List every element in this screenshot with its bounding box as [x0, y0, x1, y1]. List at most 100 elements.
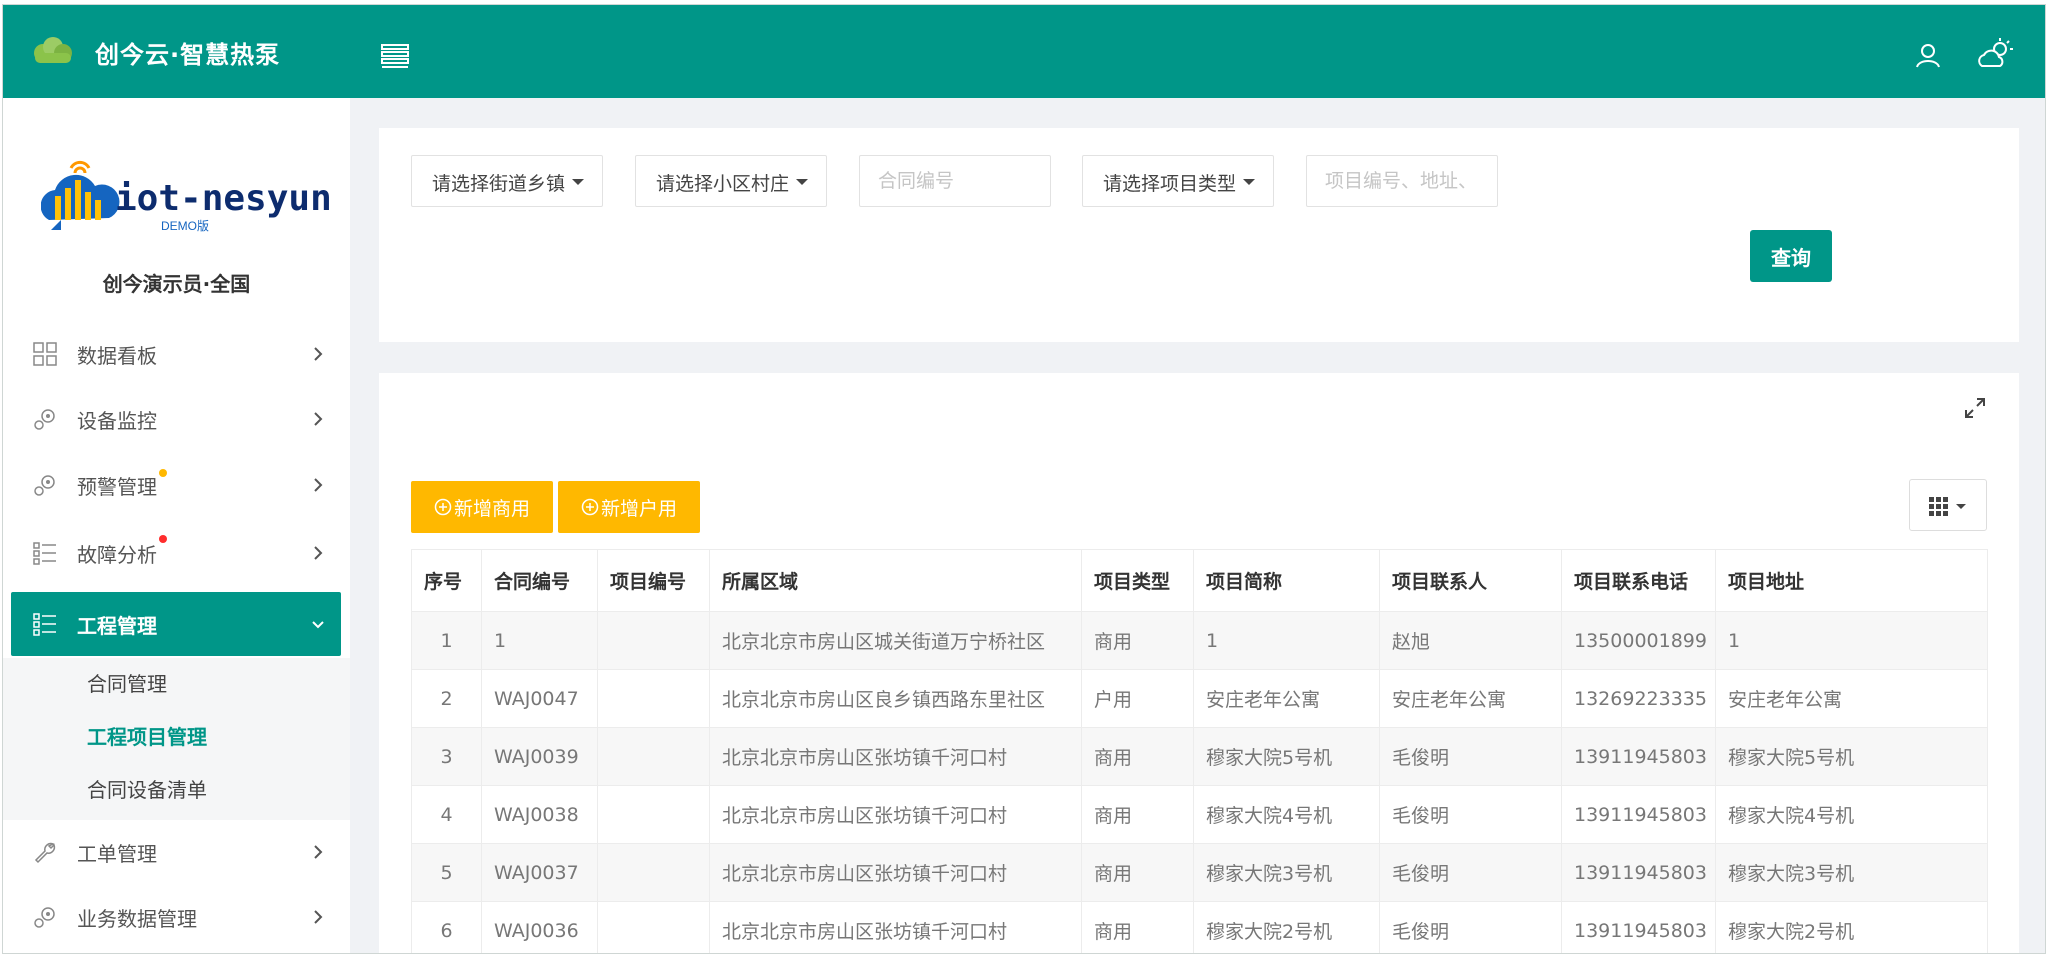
street-select[interactable]: 请选择街道乡镇 — [411, 155, 603, 207]
keyword-input[interactable] — [1307, 156, 1497, 206]
table-cell: 13911945803 — [1561, 727, 1716, 786]
menu-toggle-icon[interactable] — [381, 43, 409, 69]
chevron-right-icon — [314, 910, 323, 924]
table-cell: 安庄老年公寓 — [1715, 669, 1988, 728]
contract-number-input[interactable] — [860, 156, 1050, 206]
table-cell: 5 — [411, 843, 482, 902]
brand-box: iot-nesyun DEMO版 创今演示员·全国 — [3, 98, 350, 323]
caret-down-icon — [796, 179, 808, 185]
table-cell: 1 — [1715, 611, 1988, 670]
sidebar-item-label: 业务数据管理 — [77, 907, 197, 931]
column-header[interactable]: 项目简称 — [1193, 549, 1380, 612]
checklist-icon — [33, 613, 56, 636]
table-cell: 穆家大院3号机 — [1193, 843, 1380, 902]
table-cell: 商用 — [1081, 785, 1194, 844]
table-cell: 北京北京市房山区张坊镇千河口村 — [709, 901, 1082, 953]
plus-circle-icon — [434, 498, 452, 516]
column-toggle-button[interactable] — [1909, 479, 1987, 531]
table-row[interactable]: 5 WAJ0037 北京北京市房山区张坊镇千河口村 商用 穆家大院3号机 毛俊明… — [411, 843, 1988, 902]
project-type-select[interactable]: 请选择项目类型 — [1082, 155, 1274, 207]
table-cell: 1 — [1193, 611, 1380, 670]
project-table-panel: 新增商用 新增户用 序号 合同编号 项目编号 所属区域 项目类型 项目简称 项目… — [379, 373, 2019, 953]
table-cell: 安庄老年公寓 — [1193, 669, 1380, 728]
sidebar-item-business-data[interactable]: 业务数据管理 — [11, 885, 341, 949]
table-row[interactable]: 4 WAJ0038 北京北京市房山区张坊镇千河口村 商用 穆家大院4号机 毛俊明… — [411, 785, 1988, 844]
gears-icon — [34, 907, 55, 928]
community-select[interactable]: 请选择小区村庄 — [635, 155, 827, 207]
gears-icon — [34, 409, 55, 430]
table-cell: 北京北京市房山区良乡镇西路东里社区 — [709, 669, 1082, 728]
chevron-right-icon — [314, 478, 323, 492]
column-header[interactable]: 序号 — [411, 549, 482, 612]
sidebar-item-label: 数据看板 — [77, 344, 157, 368]
column-header[interactable]: 项目编号 — [597, 549, 710, 612]
cloud-logo-icon — [34, 37, 72, 63]
table-cell: 穆家大院4号机 — [1193, 785, 1380, 844]
column-header[interactable]: 所属区域 — [709, 549, 1082, 612]
column-header[interactable]: 项目联系人 — [1379, 549, 1562, 612]
table-cell: 1 — [481, 611, 598, 670]
chevron-right-icon — [314, 347, 323, 361]
caret-down-icon — [1956, 504, 1966, 509]
sidebar-item-label: 工单管理 — [77, 842, 157, 866]
submenu-item-contracts[interactable]: 合同管理 — [87, 668, 167, 697]
sidebar-item-label: 设备监控 — [77, 409, 157, 433]
table-cell: 户用 — [1081, 669, 1194, 728]
table-cell: WAJ0037 — [481, 843, 598, 902]
column-header[interactable]: 项目地址 — [1715, 549, 1988, 612]
caret-down-icon — [572, 179, 584, 185]
user-icon[interactable] — [1914, 41, 1942, 69]
table-row[interactable]: 3 WAJ0039 北京北京市房山区张坊镇千河口村 商用 穆家大院5号机 毛俊明… — [411, 727, 1988, 786]
table-cell: 北京北京市房山区城关街道万宁桥社区 — [709, 611, 1082, 670]
weather-icon[interactable] — [1976, 38, 2014, 70]
plus-circle-icon — [581, 498, 599, 516]
sidebar-item-work-orders[interactable]: 工单管理 — [11, 820, 341, 884]
expand-icon[interactable] — [1963, 396, 1987, 420]
column-header[interactable]: 合同编号 — [481, 549, 598, 612]
brand-text: iot-nesyun — [115, 178, 332, 219]
submenu-item-contract-device-list[interactable]: 合同设备清单 — [87, 774, 207, 803]
table-row[interactable]: 2 WAJ0047 北京北京市房山区良乡镇西路东里社区 户用 安庄老年公寓 安庄… — [411, 669, 1988, 728]
sidebar-item-fault-analysis[interactable]: 故障分析 — [11, 521, 341, 585]
notification-dot — [159, 469, 167, 477]
app-title: 创今云·智慧热泵 — [95, 41, 281, 69]
grid-icon — [33, 342, 57, 366]
table-cell: 13269223335 — [1561, 669, 1716, 728]
checklist-icon — [33, 542, 56, 565]
table-cell: 毛俊明 — [1379, 727, 1562, 786]
table-cell: WAJ0047 — [481, 669, 598, 728]
table-cell: 商用 — [1081, 901, 1194, 953]
table-cell: 北京北京市房山区张坊镇千河口村 — [709, 785, 1082, 844]
sidebar-item-dashboard[interactable]: 数据看板 — [11, 322, 341, 386]
community-select-value: 请选择小区村庄 — [656, 173, 790, 195]
table-row[interactable]: 6 WAJ0036 北京北京市房山区张坊镇千河口村 商用 穆家大院2号机 毛俊明… — [411, 901, 1988, 953]
chevron-right-icon — [314, 412, 323, 426]
add-commercial-button[interactable]: 新增商用 — [411, 481, 553, 533]
table-cell: WAJ0039 — [481, 727, 598, 786]
table-cell: 2 — [411, 669, 482, 728]
table-cell: 北京北京市房山区张坊镇千河口村 — [709, 843, 1082, 902]
table-cell: 赵旭 — [1379, 611, 1562, 670]
table-cell: WAJ0036 — [481, 901, 598, 953]
brand-badge: DEMO版 — [161, 219, 209, 233]
sidebar-item-engineering[interactable]: 工程管理 — [11, 592, 341, 656]
table-cell: 穆家大院2号机 — [1715, 901, 1988, 953]
gears-icon — [34, 475, 55, 496]
table-cell: 安庄老年公寓 — [1379, 669, 1562, 728]
table-row[interactable]: 1 1 北京北京市房山区城关街道万宁桥社区 商用 1 赵旭 1350000189… — [411, 611, 1988, 670]
contract-number-field[interactable] — [859, 155, 1051, 207]
submenu-item-project-management[interactable]: 工程项目管理 — [87, 721, 207, 750]
table-cell: 商用 — [1081, 843, 1194, 902]
table-cell: 毛俊明 — [1379, 785, 1562, 844]
sidebar-item-label: 工程管理 — [77, 614, 157, 638]
sidebar-item-device-monitor[interactable]: 设备监控 — [11, 387, 341, 451]
column-header[interactable]: 项目联系电话 — [1561, 549, 1716, 612]
query-button[interactable]: 查询 — [1750, 230, 1832, 282]
table-cell: 13911945803 — [1561, 901, 1716, 953]
caret-down-icon — [1243, 179, 1255, 185]
table-cell: 穆家大院4号机 — [1715, 785, 1988, 844]
keyword-field[interactable] — [1306, 155, 1498, 207]
column-header[interactable]: 项目类型 — [1081, 549, 1194, 612]
sidebar-item-alerts[interactable]: 预警管理 — [11, 453, 341, 517]
add-household-button[interactable]: 新增户用 — [558, 481, 700, 533]
